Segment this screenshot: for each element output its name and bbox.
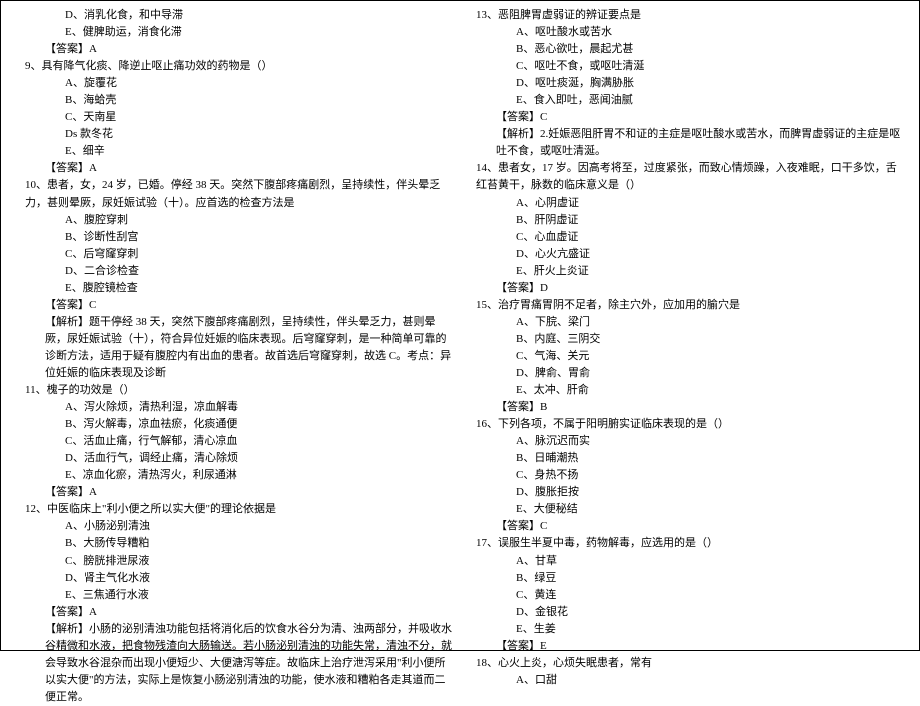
text-line: 【解析】题干停经 38 天，突然下腹部疼痛剧烈，呈持续性，伴头晕乏力，甚则晕厥，… [17,314,452,382]
text-line: E、三焦通行水液 [17,587,452,604]
text-line: E、细辛 [17,143,452,160]
text-line: A、口甜 [468,672,903,689]
text-line: 【答案】A [17,160,452,177]
text-line: E、凉血化瘀，清热泻火，利尿通淋 [17,467,452,484]
right-column: 13、恶阻脾胃虚弱证的辨证要点是A、呕吐酸水或苦水B、恶心欲吐，晨起尤甚C、呕吐… [460,7,911,644]
text-line: 【答案】A [17,484,452,501]
text-line: D、金银花 [468,604,903,621]
text-line: 【解析】2.妊娠恶阻肝胃不和证的主症是呕吐酸水或苦水，而脾胃虚弱证的主症是呕吐不… [468,126,903,160]
left-column: D、消乳化食，和中导滞E、健脾助运，消食化滞【答案】A9、具有降气化痰、降逆止呕… [9,7,460,644]
text-line: D、呕吐痰涎，胸满胁胀 [468,75,903,92]
text-line: A、腹腔穿刺 [17,212,452,229]
text-line: 18、心火上炎，心烦失眠患者，常有 [468,655,903,672]
text-line: A、脉沉迟而实 [468,433,903,450]
text-line: 13、恶阻脾胃虚弱证的辨证要点是 [468,7,903,24]
text-line: 15、治疗胃痛胃阴不足者，除主穴外，应加用的腧穴是 [468,297,903,314]
text-line: B、泻火解毒，凉血祛瘀，化痰通便 [17,416,452,433]
text-line: 【解析】小肠的泌别清浊功能包括将消化后的饮食水谷分为清、浊两部分，并吸收水谷精微… [17,621,452,706]
text-line: 【答案】B [468,399,903,416]
text-line: 【答案】C [17,297,452,314]
text-line: Ds 款冬花 [17,126,452,143]
text-line: 17、误服生半夏中毒，药物解毒，应选用的是（） [468,535,903,552]
text-line: E、生姜 [468,621,903,638]
text-line: E、肝火上炎证 [468,263,903,280]
text-line: A、下脘、梁门 [468,314,903,331]
text-line: D、消乳化食，和中导滞 [17,7,452,24]
text-line: 14、患者女，17 岁。因高考将至，过度紧张，而致心情烦躁，入夜难眠，口干多饮，… [468,160,903,194]
text-line: B、大肠传导糟粕 [17,535,452,552]
text-line: D、心火亢盛证 [468,246,903,263]
text-line: A、心阴虚证 [468,195,903,212]
text-line: E、健脾助运，消食化滞 [17,24,452,41]
text-line: C、黄连 [468,587,903,604]
text-line: C、天南星 [17,109,452,126]
text-line: C、心血虚证 [468,229,903,246]
text-line: A、呕吐酸水或苦水 [468,24,903,41]
text-line: C、后穹窿穿刺 [17,246,452,263]
text-line: 【答案】A [17,604,452,621]
text-line: 9、具有降气化痰、降逆止呕止痛功效的药物是（） [17,58,452,75]
text-line: C、膀胱排泄尿液 [17,553,452,570]
text-line: E、腹腔镜检查 [17,280,452,297]
text-line: A、小肠泌别清浊 [17,518,452,535]
page-columns: D、消乳化食，和中导滞E、健脾助运，消食化滞【答案】A9、具有降气化痰、降逆止呕… [9,7,911,644]
text-line: A、旋覆花 [17,75,452,92]
text-line: 11、槐子的功效是（） [17,382,452,399]
text-line: B、肝阴虚证 [468,212,903,229]
text-line: C、活血止痛，行气解郁，清心凉血 [17,433,452,450]
text-line: C、呕吐不食，或呕吐清涎 [468,58,903,75]
text-line: E、食入即吐，恶闻油腻 [468,92,903,109]
text-line: 【答案】C [468,518,903,535]
text-line: E、大便秘结 [468,501,903,518]
text-line: C、气海、关元 [468,348,903,365]
text-line: B、诊断性刮宫 [17,229,452,246]
text-line: 【答案】A [17,41,452,58]
text-line: C、身热不扬 [468,467,903,484]
text-line: B、恶心欲吐，晨起尤甚 [468,41,903,58]
text-line: 10、患者，女，24 岁，已婚。停经 38 天。突然下腹部疼痛剧烈，呈持续性，伴… [17,177,452,211]
text-line: D、脾俞、胃俞 [468,365,903,382]
text-line: 【答案】E [468,638,903,655]
text-line: 【答案】D [468,280,903,297]
text-line: D、腹胀拒按 [468,484,903,501]
text-line: E、太冲、肝俞 [468,382,903,399]
text-line: B、内庭、三阴交 [468,331,903,348]
text-line: B、绿豆 [468,570,903,587]
text-line: 12、中医临床上"利小便之所以实大便"的理论依据是 [17,501,452,518]
text-line: D、活血行气，调经止痛，清心除烦 [17,450,452,467]
text-line: 【答案】C [468,109,903,126]
text-line: B、日晡潮热 [468,450,903,467]
text-line: D、肾主气化水液 [17,570,452,587]
text-line: A、泻火除烦，清热利湿，凉血解毒 [17,399,452,416]
text-line: D、二合诊检查 [17,263,452,280]
text-line: 16、下列各项，不属于阳明腑实证临床表现的是（） [468,416,903,433]
text-line: A、甘草 [468,553,903,570]
text-line: B、海蛤壳 [17,92,452,109]
